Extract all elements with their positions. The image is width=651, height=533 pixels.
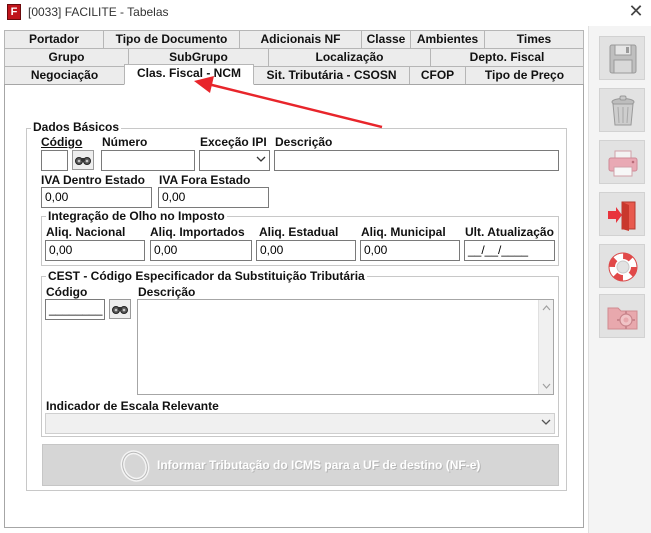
lifebuoy-icon [608, 252, 638, 282]
floppy-disk-icon [609, 44, 637, 74]
binoculars-icon [112, 306, 128, 314]
right-toolbar [588, 26, 651, 533]
tab-negociacao[interactable]: Negociação [4, 66, 125, 85]
tab-grupo[interactable]: Grupo [4, 48, 129, 67]
codigo-search-button[interactable] [72, 150, 94, 170]
aliq-importados-label: Aliq. Importados [150, 225, 245, 239]
informar-icms-button[interactable]: Informar Tributação do ICMS para a UF de… [42, 444, 559, 486]
iva-fora-estado-input[interactable]: 0,00 [158, 187, 269, 208]
codigo-label: Código [41, 135, 83, 149]
binoculars-icon [75, 157, 91, 165]
exit-button[interactable] [599, 192, 645, 236]
title-bar: F [0033] FACILITE - Tabelas ✕ [0, 0, 651, 26]
tab-clas-fiscal-ncm[interactable]: Clas. Fiscal - NCM [124, 64, 254, 85]
close-button[interactable]: ✕ [622, 1, 650, 23]
olho-imposto-legend: Integração de Olho no Imposto [46, 209, 227, 223]
tab-sit-tributaria-csosn[interactable]: Sit. Tributária - CSOSN [253, 66, 410, 85]
descricao-label: Descrição [275, 135, 333, 149]
numero-label: Número [102, 135, 148, 149]
tab-classe[interactable]: Classe [361, 30, 411, 49]
cest-descricao-memo[interactable] [137, 299, 554, 395]
tab-tipo-de-documento[interactable]: Tipo de Documento [103, 30, 240, 49]
trash-can-icon [611, 95, 635, 126]
ult-atualizacao-label: Ult. Atualização [465, 225, 554, 239]
folder-gear-icon [607, 307, 638, 330]
cest-codigo-input[interactable]: ________ [45, 299, 105, 320]
descricao-input[interactable] [274, 150, 559, 171]
cest-search-button[interactable] [109, 299, 131, 319]
print-button[interactable] [599, 140, 645, 184]
memo-scrollbar[interactable] [538, 300, 553, 394]
iva-dentro-estado-input[interactable]: 0,00 [41, 187, 152, 208]
exit-door-icon [608, 201, 636, 231]
scroll-up-icon[interactable] [542, 305, 551, 311]
chevron-down-icon [541, 419, 551, 425]
save-button[interactable] [599, 36, 645, 80]
iva-dentro-estado-label: IVA Dentro Estado [41, 173, 146, 187]
aliq-municipal-input[interactable]: 0,00 [360, 240, 460, 261]
excecao-ipi-label: Exceção IPI [200, 135, 267, 149]
help-button[interactable] [599, 244, 645, 288]
app-logo-icon: F [7, 4, 21, 20]
window-title: [0033] FACILITE - Tabelas [28, 5, 169, 19]
cest-descricao-label: Descrição [138, 285, 196, 299]
aliq-municipal-label: Aliq. Municipal [361, 225, 446, 239]
indicador-escala-select[interactable] [45, 413, 555, 434]
cest-codigo-label: Código [46, 285, 88, 299]
printer-icon [608, 150, 638, 177]
numero-input[interactable] [101, 150, 195, 171]
tab-times[interactable]: Times [484, 30, 584, 49]
settings-button[interactable] [599, 294, 645, 338]
tab-cfop[interactable]: CFOP [409, 66, 466, 85]
ring-icon [120, 450, 150, 482]
ult-atualizacao-input[interactable]: __/__/____ [464, 240, 555, 261]
indicador-escala-label: Indicador de Escala Relevante [46, 399, 219, 413]
delete-button[interactable] [599, 88, 645, 132]
dados-basicos-legend: Dados Básicos [31, 120, 122, 134]
aliq-estadual-input[interactable]: 0,00 [256, 240, 356, 261]
tab-tipo-de-preco[interactable]: Tipo de Preço [465, 66, 584, 85]
scroll-down-icon[interactable] [542, 383, 551, 389]
iva-fora-estado-label: IVA Fora Estado [159, 173, 251, 187]
codigo-input[interactable] [41, 150, 68, 171]
tab-localizacao[interactable]: Localização [268, 48, 431, 67]
chevron-down-icon [256, 156, 266, 162]
cest-legend: CEST - Código Especificador da Substitui… [46, 269, 367, 283]
informar-icms-label: Informar Tributação do ICMS para a UF de… [157, 458, 481, 472]
aliq-nacional-label: Aliq. Nacional [46, 225, 126, 239]
aliq-importados-input[interactable]: 0,00 [150, 240, 252, 261]
aliq-estadual-label: Aliq. Estadual [259, 225, 339, 239]
tab-depto-fiscal[interactable]: Depto. Fiscal [430, 48, 584, 67]
tab-portador[interactable]: Portador [4, 30, 104, 49]
aliq-nacional-input[interactable]: 0,00 [45, 240, 145, 261]
tab-adicionais-nf[interactable]: Adicionais NF [239, 30, 362, 49]
tab-ambientes[interactable]: Ambientes [410, 30, 485, 49]
excecao-ipi-select[interactable] [199, 150, 270, 171]
